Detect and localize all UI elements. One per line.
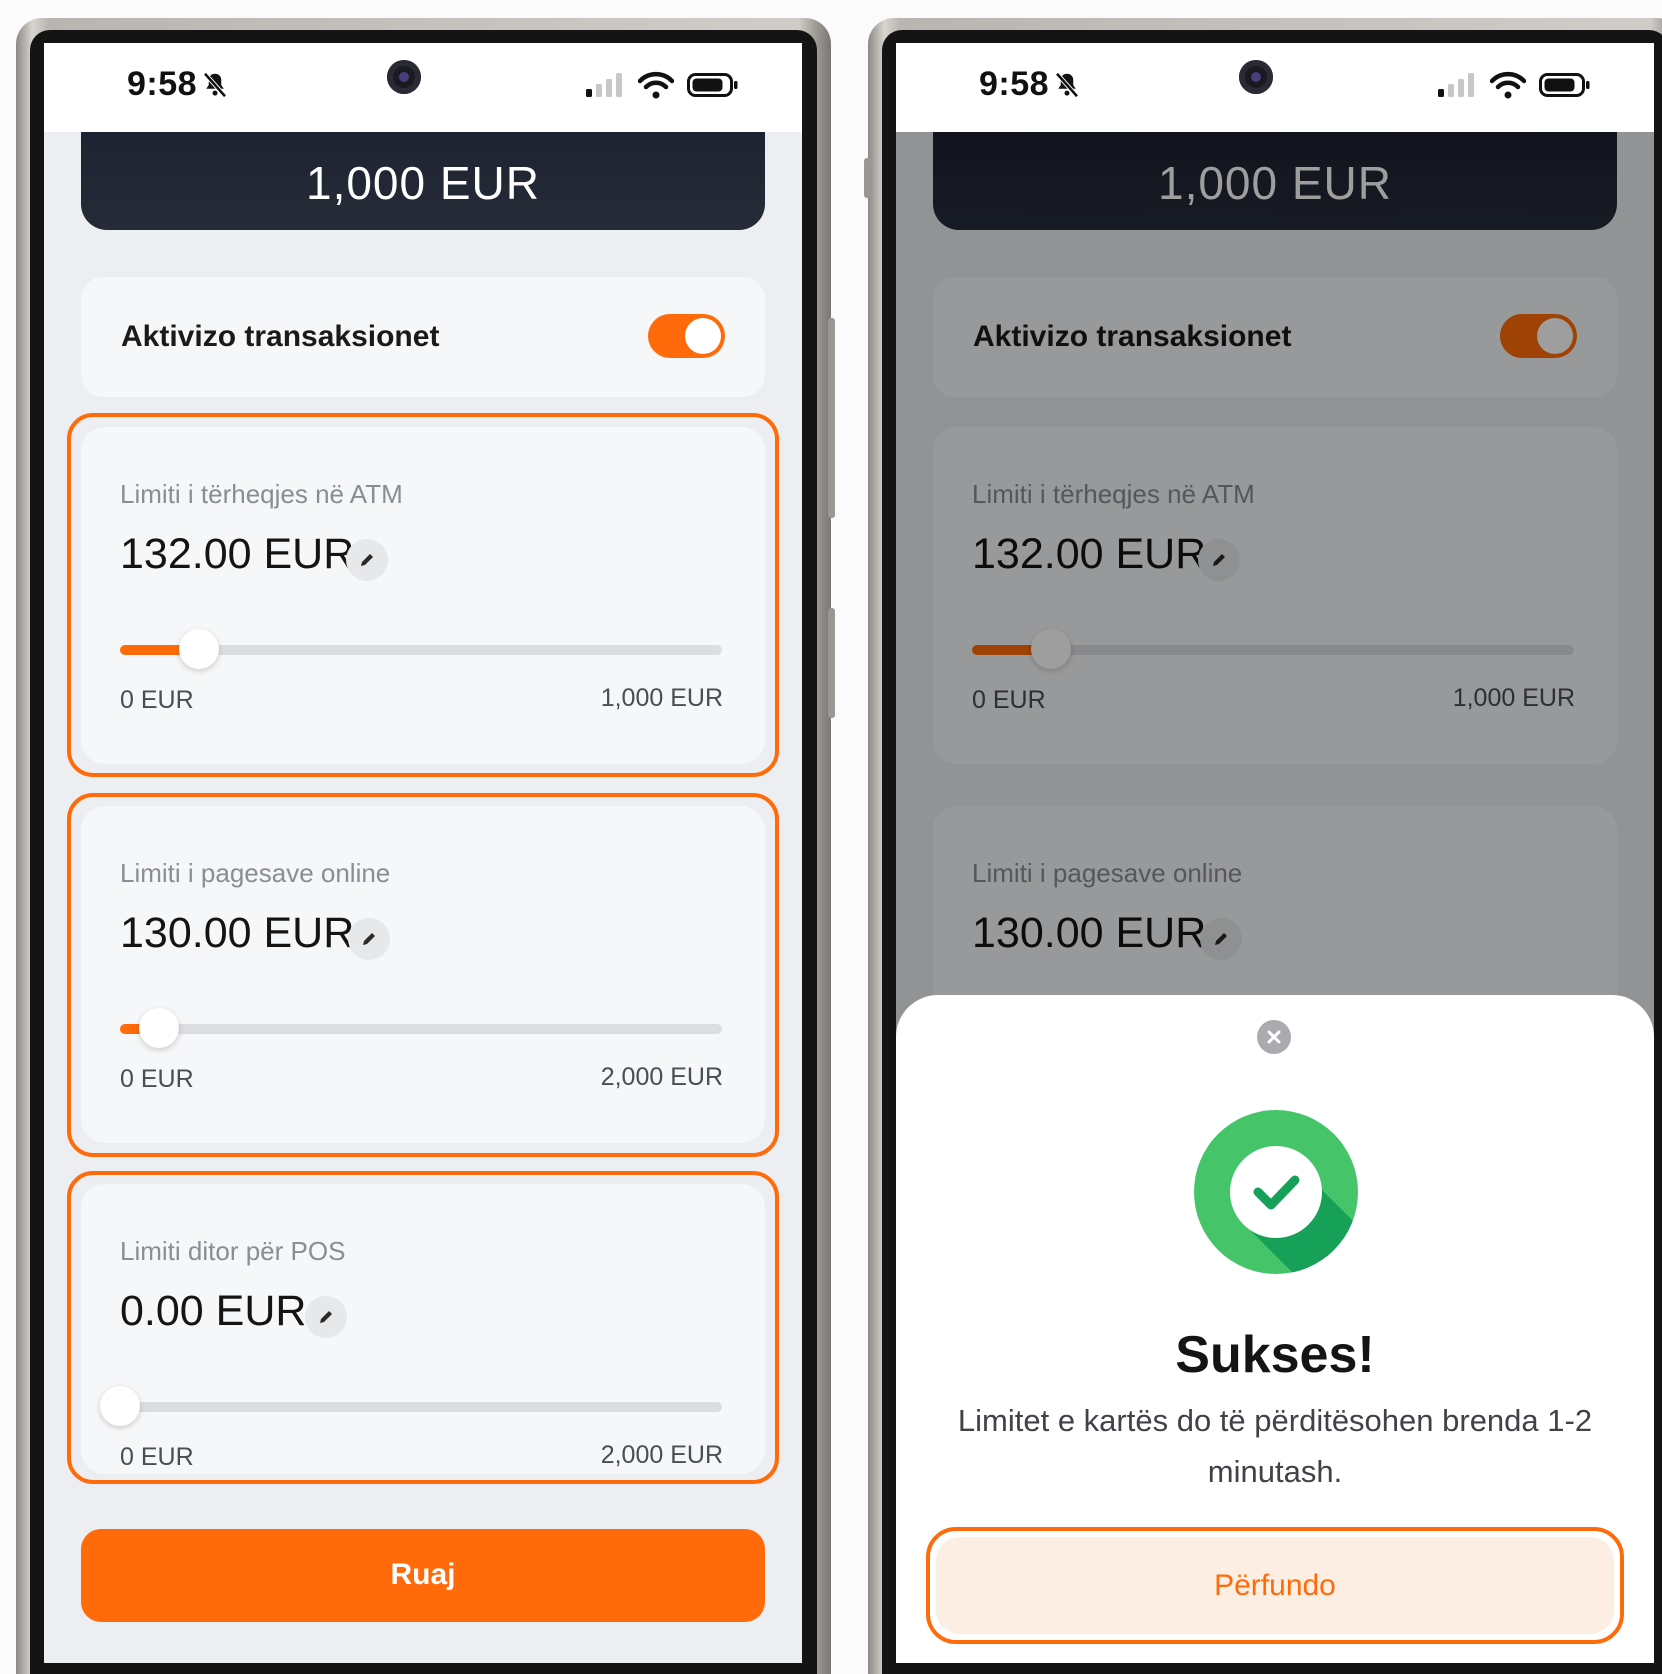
status-time: 9:58 — [127, 65, 198, 103]
slider-max-label: 2,000 EUR — [600, 1063, 723, 1091]
slider-min-label: 0 EUR — [120, 1065, 194, 1093]
finish-button[interactable]: Përfundo — [936, 1537, 1614, 1634]
slider-thumb[interactable] — [139, 1008, 180, 1048]
camera-icon — [1239, 60, 1273, 94]
card-limits-screen: 9:58 1,000 EUR Aktivizo transaksionet Li… — [44, 43, 802, 1663]
limit-title: Limiti ditor për POS — [120, 1236, 346, 1266]
camera-icon — [387, 60, 421, 94]
limit-card-online: Limiti i pagesave online 130.00 EUR 0 EU… — [81, 806, 765, 1143]
online-limit-slider[interactable] — [120, 1008, 722, 1048]
success-title: Sukses! — [1175, 1326, 1375, 1384]
balance-card: 1,000 EUR — [81, 118, 765, 230]
success-bottom-sheet: Sukses! Limitet e kartës do të përditëso… — [896, 995, 1654, 1663]
wifi-icon — [1490, 71, 1526, 99]
limit-card-atm: Limiti i tërheqjes në ATM 132.00 EUR 0 E… — [81, 427, 765, 764]
status-bar: 9:58 — [44, 43, 802, 132]
status-bar: 9:58 — [896, 43, 1654, 132]
close-button[interactable] — [1257, 1020, 1291, 1054]
signal-icon — [1438, 73, 1474, 97]
signal-icon — [586, 73, 622, 97]
slider-min-label: 0 EUR — [120, 686, 194, 714]
pos-limit-slider[interactable] — [100, 1386, 722, 1426]
wifi-icon — [638, 71, 674, 99]
battery-icon — [687, 73, 738, 97]
slider-min-label: 0 EUR — [120, 1443, 194, 1471]
limit-title: Limiti i pagesave online — [120, 858, 391, 888]
phone-frame-right: 9:58 1,000 EUR Aktivizo transaksionet Li… — [864, 18, 1662, 1674]
bell-slash-icon — [1055, 72, 1079, 98]
status-time: 9:58 — [979, 65, 1050, 103]
limit-amount: 130.00 EUR — [120, 909, 355, 957]
phone-frame-left: 9:58 1,000 EUR Aktivizo transaksionet Li… — [16, 18, 835, 1674]
atm-limit-slider[interactable] — [120, 629, 722, 669]
toggle-label: Aktivizo transaksionet — [121, 320, 440, 353]
success-screen: 9:58 1,000 EUR Aktivizo transaksionet Li… — [896, 43, 1654, 1663]
pencil-icon — [320, 1311, 332, 1323]
limit-amount: 0.00 EUR — [120, 1287, 307, 1335]
close-icon — [1267, 1030, 1281, 1044]
comparison-stage: 9:58 1,000 EUR Aktivizo transaksionet Li… — [0, 0, 1662, 1674]
slider-max-label: 1,000 EUR — [600, 684, 723, 712]
success-message: Limitet e kartës do të përditësohen bren… — [957, 1403, 1593, 1489]
limit-amount: 132.00 EUR — [120, 530, 355, 578]
limit-card-pos: Limiti ditor për POS 0.00 EUR 0 EUR 2,00… — [81, 1184, 765, 1474]
balance-amount: 1,000 EUR — [305, 157, 540, 209]
slider-max-label: 2,000 EUR — [600, 1441, 723, 1469]
slider-thumb[interactable] — [100, 1386, 140, 1426]
edit-online-limit-button[interactable] — [348, 918, 390, 960]
bell-slash-icon — [203, 72, 227, 98]
transactions-switch[interactable] — [648, 314, 725, 358]
battery-icon — [1539, 73, 1590, 97]
check-circle-icon — [1194, 1110, 1358, 1274]
edit-atm-limit-button[interactable] — [346, 539, 388, 581]
pencil-icon — [363, 933, 375, 945]
pencil-icon — [361, 554, 373, 566]
save-button-label: Ruaj — [390, 1558, 456, 1591]
transactions-toggle-row: Aktivizo transaksionet — [81, 277, 765, 397]
save-button[interactable]: Ruaj — [81, 1529, 765, 1622]
finish-button-label: Përfundo — [1214, 1569, 1336, 1602]
edit-pos-limit-button[interactable] — [305, 1296, 347, 1338]
slider-thumb[interactable] — [179, 629, 220, 669]
limit-title: Limiti i tërheqjes në ATM — [120, 479, 403, 509]
